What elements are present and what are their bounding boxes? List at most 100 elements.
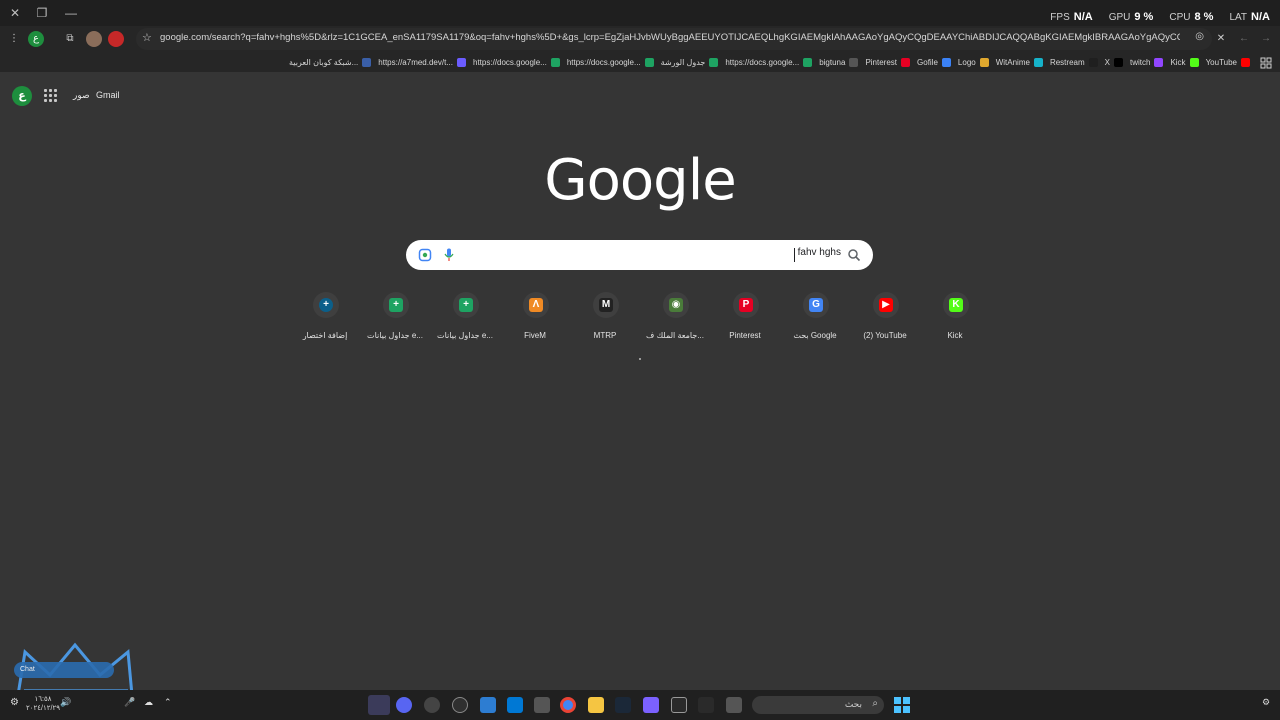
- browser-toolbar: ⋮ ع ⧉ ☆ google.com/search?q=fahv+hghs%5D…: [0, 26, 1280, 52]
- shortcut-glyph: +: [459, 298, 473, 312]
- images-link[interactable]: صور: [73, 90, 90, 101]
- page-dot: [639, 358, 641, 360]
- bookmark-item[interactable]: Logo: [958, 57, 989, 67]
- shortcut-icon: +: [313, 292, 339, 318]
- app-icon-11[interactable]: [643, 697, 659, 713]
- bookmark-favicon-icon: [1154, 57, 1164, 67]
- shortcut-tile[interactable]: K Kick: [920, 290, 990, 350]
- watermark-chip: Chat: [14, 662, 114, 678]
- account-avatar[interactable]: ع: [12, 86, 32, 106]
- app-icon-5[interactable]: [480, 697, 496, 713]
- bookmark-favicon-icon: [1189, 57, 1199, 67]
- bookmark-item[interactable]: WitAnime: [995, 57, 1043, 67]
- bookmark-item[interactable]: https://a7med.dev/t...: [378, 57, 466, 67]
- discord-app-icon[interactable]: [396, 697, 412, 713]
- minimize-window-icon[interactable]: —: [62, 4, 80, 22]
- clock[interactable]: ١٦:٥٨ ٢٠٢٤/١٢/٢٩: [26, 695, 60, 713]
- clear-icon[interactable]: ✕: [1213, 31, 1229, 47]
- settings-icon[interactable]: ⚙: [1262, 697, 1278, 713]
- cloud-icon[interactable]: ☁: [144, 697, 160, 713]
- shortcut-label: MTRP: [593, 331, 617, 340]
- shortcut-tile[interactable]: ▶ (2) YouTube: [850, 290, 920, 350]
- app-icon-13[interactable]: [698, 697, 714, 713]
- address-bar[interactable]: ☆ google.com/search?q=fahv+hghs%5D&rlz=1…: [136, 28, 1212, 50]
- bookmark-label: WitAnime: [995, 57, 1030, 67]
- epic-games-icon[interactable]: [671, 697, 687, 713]
- gpu-stat: GPU 9 %: [1108, 11, 1154, 23]
- microphone-icon[interactable]: 🎤: [124, 697, 140, 713]
- outlook-app-icon[interactable]: [507, 697, 523, 713]
- bookmark-item[interactable]: Gofile: [917, 57, 951, 67]
- file-explorer-icon[interactable]: [588, 697, 604, 713]
- profile-icon[interactable]: ع: [28, 31, 44, 47]
- bookmark-item[interactable]: https://docs.google...: [725, 57, 813, 67]
- google-apps-icon[interactable]: [44, 89, 58, 103]
- bookmark-item[interactable]: Pinterest: [865, 57, 911, 67]
- search-icon[interactable]: [847, 248, 861, 262]
- bookmark-label: https://docs.google...: [725, 57, 800, 67]
- bookmark-favicon-icon: [941, 57, 951, 67]
- shortcut-tile[interactable]: M MTRP: [570, 290, 640, 350]
- shortcuts-grid: K Kick ▶ (2) YouTube G بحث Google P Pinterest ◉ ج…: [290, 290, 990, 350]
- taskbar-search[interactable]: بحث ⌕: [752, 696, 884, 714]
- extensions-icon[interactable]: ⧉: [62, 31, 78, 47]
- extension-avatar-icon[interactable]: [86, 31, 102, 47]
- extension-record-icon[interactable]: [108, 31, 124, 47]
- bookmark-item[interactable]: Kick: [1170, 57, 1199, 67]
- voice-search-icon[interactable]: [444, 248, 454, 262]
- steam-app-icon[interactable]: [368, 695, 390, 715]
- notification-icon[interactable]: ⚙: [10, 697, 26, 713]
- app-icon-3[interactable]: [424, 697, 440, 713]
- maximize-window-icon[interactable]: ❐: [33, 4, 51, 22]
- shortcut-glyph: M: [599, 298, 613, 312]
- bookmark-item[interactable]: YouTube: [1206, 57, 1250, 67]
- search-query[interactable]: fahv hghs: [798, 247, 841, 258]
- bookmark-item[interactable]: شبكة كوبان العربية...: [289, 57, 372, 67]
- store-app-icon[interactable]: [534, 697, 550, 713]
- bookmark-label: bigtuna: [819, 57, 846, 67]
- shortcut-tile[interactable]: ◉ جامعة الملك ف...: [640, 290, 710, 350]
- google-lens-icon[interactable]: [418, 248, 432, 262]
- volume-icon[interactable]: 🔊: [60, 697, 76, 713]
- shortcut-label: إضافة اختصار: [302, 331, 348, 340]
- close-window-icon[interactable]: ✕: [6, 4, 24, 22]
- back-icon[interactable]: →: [1258, 31, 1274, 47]
- shortcut-tile[interactable]: + جداول بيانات e...: [360, 290, 430, 350]
- bookmark-item[interactable]: جدول الورشة: [661, 57, 719, 67]
- bookmark-item[interactable]: twitch: [1130, 57, 1164, 67]
- shortcut-tile[interactable]: + جداول بيانات e...: [430, 290, 500, 350]
- bookmarks-list: شبكة كوبان العربية... https://a7med.dev/t…: [289, 55, 1250, 69]
- bookmark-favicon-icon: [644, 57, 654, 67]
- menu-icon[interactable]: ⋮: [6, 31, 22, 47]
- all-bookmarks-icon[interactable]: [1260, 56, 1272, 69]
- windows-start-icon[interactable]: [894, 697, 910, 713]
- shortcut-tile[interactable]: G بحث Google: [780, 290, 850, 350]
- steam-icon[interactable]: [615, 697, 631, 713]
- shortcut-tile[interactable]: P Pinterest: [710, 290, 780, 350]
- gmail-link[interactable]: Gmail: [96, 90, 120, 100]
- bookmark-item[interactable]: https://docs.google...: [567, 57, 654, 67]
- performance-overlay: FPS N/A GPU 9 % CPU 8 % LAT N/A: [1050, 9, 1270, 25]
- app-icon-14[interactable]: [726, 697, 742, 713]
- search-box[interactable]: fahv hghs: [406, 240, 873, 270]
- tray-chevron-icon[interactable]: ⌃: [164, 697, 180, 713]
- forward-icon[interactable]: ←: [1236, 31, 1252, 47]
- bookmark-favicon-icon: [1033, 57, 1043, 67]
- obs-app-icon[interactable]: [452, 697, 468, 713]
- bookmark-item[interactable]: bigtuna: [819, 57, 859, 67]
- bookmark-item[interactable]: X: [1105, 57, 1123, 67]
- shortcut-icon: P: [733, 292, 759, 318]
- bookmarks-bar: شبكة كوبان العربية... https://a7med.dev/t…: [0, 52, 1280, 72]
- shortcut-tile[interactable]: + إضافة اختصار: [290, 290, 360, 350]
- chrome-app-icon[interactable]: [560, 697, 576, 713]
- bookmark-item[interactable]: Restream: [1050, 57, 1098, 67]
- bookmark-favicon-icon: [457, 57, 466, 67]
- shortcut-glyph: +: [319, 298, 333, 312]
- shortcut-tile[interactable]: Λ FiveM: [500, 290, 570, 350]
- bookmark-star-icon[interactable]: ☆: [142, 31, 152, 44]
- site-info-icon[interactable]: ◎: [1195, 31, 1204, 42]
- cpu-stat: CPU 8 %: [1169, 11, 1214, 23]
- shortcut-icon: +: [453, 292, 479, 318]
- url-text[interactable]: google.com/search?q=fahv+hghs%5D&rlz=1C1…: [160, 32, 1180, 46]
- bookmark-item[interactable]: https://docs.google...: [473, 57, 560, 67]
